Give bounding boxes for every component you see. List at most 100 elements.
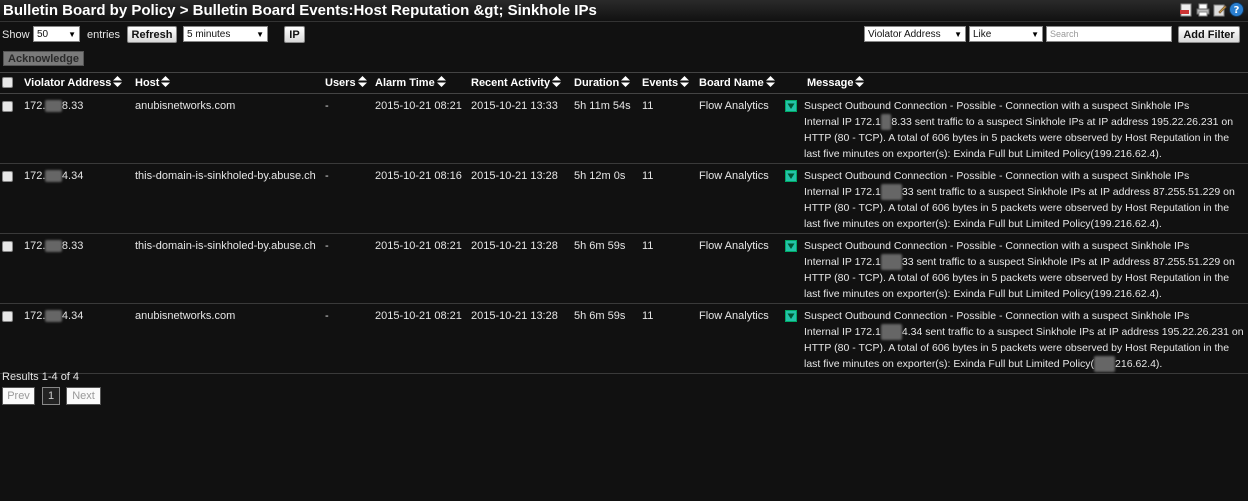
- entries-select-value: 50: [37, 28, 49, 40]
- message-part: 4.34 sent traffic to a suspect Sinkhole …: [901, 326, 1244, 338]
- row-checkbox[interactable]: [2, 311, 13, 322]
- host-cell: this-domain-is-sinkholed-by.abuse.ch: [135, 170, 316, 182]
- row-checkbox[interactable]: [2, 241, 13, 252]
- table-row[interactable]: 172.xxx4.34 anubisnetworks.com - 2015-10…: [0, 304, 1248, 374]
- message-line: Suspect Outbound Connection - Possible -…: [804, 310, 1190, 322]
- duration-cell: 5h 6m 59s: [574, 240, 626, 252]
- current-page[interactable]: 1: [42, 387, 60, 405]
- expand-icon[interactable]: [785, 240, 797, 252]
- message-line: last five minutes on exporter(s): Exinda…: [804, 146, 1246, 162]
- addr-prefix: 172.: [24, 170, 46, 182]
- filter-field-select[interactable]: Violator Address ▼: [864, 26, 966, 42]
- select-all-checkbox[interactable]: [2, 77, 13, 88]
- board-name-cell: Flow Analytics: [699, 170, 769, 182]
- pdf-icon[interactable]: [1178, 2, 1193, 17]
- redacted-block: xx: [880, 114, 892, 130]
- board-name-cell: Flow Analytics: [699, 310, 769, 322]
- chevron-down-icon: ▼: [256, 29, 264, 39]
- host-cell: anubisnetworks.com: [135, 310, 236, 322]
- help-icon[interactable]: ?: [1229, 2, 1244, 17]
- col-violator-address[interactable]: Violator Address: [24, 76, 123, 90]
- table-row[interactable]: 172.xxx8.33 this-domain-is-sinkholed-by.…: [0, 234, 1248, 304]
- message-part: last five minutes on exporter(s): Exinda…: [804, 288, 1162, 300]
- message-line: last five minutes on exporter(s): Exinda…: [804, 356, 1246, 372]
- col-recent-activity[interactable]: Recent Activity: [471, 76, 562, 90]
- page-title: Bulletin Board by Policy > Bulletin Boar…: [3, 2, 597, 19]
- show-label: Show: [2, 29, 30, 41]
- message-part: Internal IP 172.1: [804, 326, 881, 338]
- col-label: Alarm Time: [375, 77, 435, 89]
- col-users[interactable]: Users: [325, 76, 367, 90]
- redacted-block: xxxx: [880, 324, 902, 340]
- events-cell: 11: [642, 170, 654, 182]
- addr-suffix: 8.33: [61, 100, 84, 112]
- ip-button[interactable]: IP: [284, 26, 305, 43]
- redacted-block: xxx: [45, 240, 62, 252]
- message-line: HTTP (80 - TCP). A total of 606 bytes in…: [804, 342, 1230, 354]
- row-checkbox[interactable]: [2, 171, 13, 182]
- expand-icon[interactable]: [785, 170, 797, 182]
- col-events[interactable]: Events: [642, 76, 690, 90]
- message-line: Internal IP 172.1xxxx33 sent traffic to …: [804, 184, 1246, 200]
- refresh-button[interactable]: Refresh: [127, 26, 177, 43]
- message-cell: Suspect Outbound Connection - Possible -…: [804, 98, 1246, 162]
- interval-select[interactable]: 5 minutes ▼: [183, 26, 268, 42]
- add-filter-button[interactable]: Add Filter: [1178, 26, 1240, 43]
- message-line: HTTP (80 - TCP). A total of 606 bytes in…: [804, 202, 1230, 214]
- col-message[interactable]: Message: [807, 76, 865, 90]
- table-header: Violator Address Host Users Alarm Time R…: [0, 72, 1248, 94]
- users-cell: -: [325, 240, 329, 252]
- filter-field-value: Violator Address: [868, 28, 941, 40]
- addr-prefix: 172.: [24, 310, 46, 322]
- col-label: Events: [642, 77, 679, 89]
- message-line: last five minutes on exporter(s): Exinda…: [804, 216, 1246, 232]
- addr-prefix: 172.: [24, 100, 46, 112]
- expand-icon[interactable]: [785, 100, 797, 112]
- prev-page-button[interactable]: Prev: [2, 387, 35, 405]
- message-cell: Suspect Outbound Connection - Possible -…: [804, 308, 1246, 372]
- expand-icon[interactable]: [785, 310, 797, 322]
- entries-select[interactable]: 50 ▼: [33, 26, 80, 42]
- sort-icon: [855, 76, 865, 90]
- redacted-block: xxxx: [880, 254, 902, 270]
- message-part: last five minutes on exporter(s): Exinda…: [804, 148, 1162, 160]
- row-checkbox[interactable]: [2, 101, 13, 112]
- col-label: Board Name: [699, 77, 764, 89]
- board-name-cell: Flow Analytics: [699, 100, 769, 112]
- addr-suffix: 8.33: [61, 240, 84, 252]
- next-page-button[interactable]: Next: [66, 387, 101, 405]
- message-part: 8.33 sent traffic to a suspect Sinkhole …: [891, 116, 1234, 128]
- addr-suffix: 4.34: [61, 170, 84, 182]
- col-host[interactable]: Host: [135, 76, 171, 90]
- filter-operator-value: Like: [973, 28, 992, 40]
- events-cell: 11: [642, 240, 654, 252]
- filter-operator-select[interactable]: Like ▼: [969, 26, 1043, 42]
- col-alarm-time[interactable]: Alarm Time: [375, 76, 446, 90]
- host-cell: this-domain-is-sinkholed-by.abuse.ch: [135, 240, 316, 252]
- sort-icon: [161, 76, 171, 90]
- board-name-cell: Flow Analytics: [699, 240, 769, 252]
- col-board-name[interactable]: Board Name: [699, 76, 775, 90]
- sort-icon: [621, 76, 631, 90]
- message-line: HTTP (80 - TCP). A total of 606 bytes in…: [804, 272, 1230, 284]
- violator-address: 172.xxx8.33: [24, 100, 83, 112]
- users-cell: -: [325, 170, 329, 182]
- redacted-block: xxx: [45, 100, 62, 112]
- print-icon[interactable]: [1195, 2, 1210, 17]
- redacted-block: xxxx: [1094, 356, 1116, 372]
- alarm-time-cell: 2015-10-21 08:21: [375, 100, 462, 112]
- table-row[interactable]: 172.xxx4.34 this-domain-is-sinkholed-by.…: [0, 164, 1248, 234]
- violator-address: 172.xxx8.33: [24, 240, 83, 252]
- recent-activity-cell: 2015-10-21 13:28: [471, 170, 558, 182]
- duration-cell: 5h 6m 59s: [574, 310, 626, 322]
- acknowledge-button[interactable]: Acknowledge: [3, 51, 84, 66]
- recent-activity-cell: 2015-10-21 13:33: [471, 100, 558, 112]
- col-duration[interactable]: Duration: [574, 76, 631, 90]
- edit-icon[interactable]: [1212, 2, 1227, 17]
- message-cell: Suspect Outbound Connection - Possible -…: [804, 168, 1246, 232]
- search-input[interactable]: Search: [1046, 26, 1172, 42]
- message-part: 33 sent traffic to a suspect Sinkhole IP…: [901, 256, 1235, 268]
- chevron-down-icon: ▼: [954, 29, 962, 39]
- table-row[interactable]: 172.xxx8.33 anubisnetworks.com - 2015-10…: [0, 94, 1248, 164]
- search-placeholder: Search: [1050, 29, 1079, 39]
